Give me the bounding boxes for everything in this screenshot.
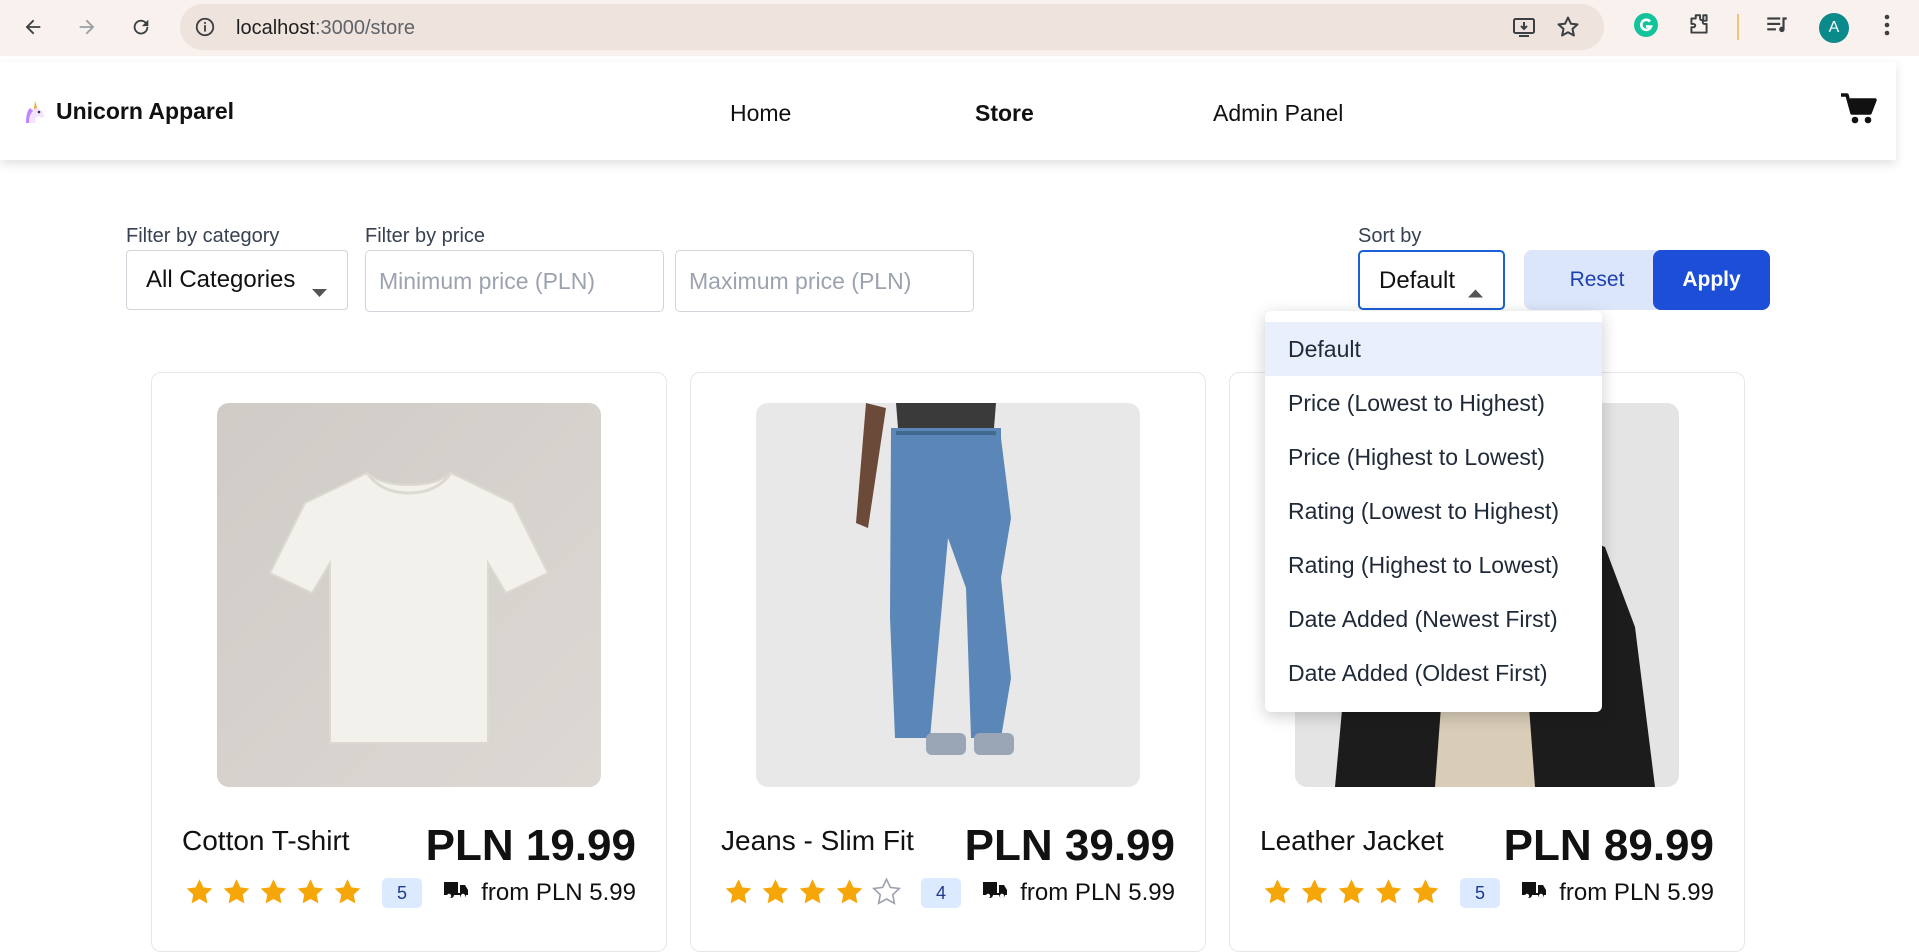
truck-icon xyxy=(443,879,469,907)
rating-badge: 4 xyxy=(921,878,961,908)
chevron-up-icon xyxy=(1468,277,1483,305)
shipping-info: from PLN 5.99 xyxy=(1521,879,1714,907)
apply-button[interactable]: Apply xyxy=(1653,250,1770,310)
shipping-text: from PLN 5.99 xyxy=(481,879,636,906)
nav-home[interactable]: Home xyxy=(730,100,791,127)
price-filter-label: Filter by price xyxy=(365,225,486,247)
brand-name: Unicorn Apparel xyxy=(56,98,235,124)
install-app-icon[interactable] xyxy=(1512,16,1538,45)
category-select-value: All Categories xyxy=(146,266,296,293)
product-name[interactable]: Cotton T-shirt xyxy=(182,825,350,857)
product-price: PLN 19.99 xyxy=(425,821,636,870)
rating-stars xyxy=(184,877,363,912)
product-image-tshirt[interactable] xyxy=(217,403,601,787)
star-filled-icon xyxy=(760,877,791,912)
truck-icon xyxy=(1521,879,1547,907)
media-control-icon[interactable] xyxy=(1764,12,1790,43)
star-filled-icon xyxy=(1410,877,1441,912)
product-price: PLN 89.99 xyxy=(1503,821,1714,870)
product-price: PLN 39.99 xyxy=(964,821,1175,870)
star-filled-icon xyxy=(797,877,828,912)
star-filled-icon xyxy=(221,877,252,912)
rating-stars xyxy=(723,877,902,912)
min-price-input[interactable] xyxy=(365,250,664,312)
site-info-icon[interactable] xyxy=(194,16,216,43)
sort-option-rating-desc[interactable]: Rating (Highest to Lowest) xyxy=(1265,538,1602,592)
forward-icon[interactable] xyxy=(70,10,104,44)
star-empty-icon xyxy=(871,877,902,912)
product-name[interactable]: Leather Jacket xyxy=(1260,825,1444,857)
url-text: localhost:3000/store xyxy=(236,17,416,39)
browser-toolbar: localhost:3000/store A xyxy=(0,0,1919,56)
sort-option-date-newest[interactable]: Date Added (Newest First) xyxy=(1265,592,1602,646)
grammarly-icon[interactable] xyxy=(1633,12,1659,43)
star-filled-icon xyxy=(184,877,215,912)
product-card[interactable]: Jeans - Slim Fit PLN 39.99 4 from PLN 5.… xyxy=(690,372,1206,952)
shipping-text: from PLN 5.99 xyxy=(1020,879,1175,906)
shipping-info: from PLN 5.99 xyxy=(982,879,1175,907)
star-filled-icon xyxy=(258,877,289,912)
sort-dropdown-menu: Default Price (Lowest to Highest) Price … xyxy=(1265,311,1602,712)
sort-select[interactable]: Default xyxy=(1358,250,1505,310)
profile-avatar[interactable]: A xyxy=(1819,13,1849,43)
sort-option-price-desc[interactable]: Price (Highest to Lowest) xyxy=(1265,430,1602,484)
star-filled-icon xyxy=(834,877,865,912)
unicorn-logo-icon xyxy=(22,99,48,125)
bookmark-star-icon[interactable] xyxy=(1556,15,1580,44)
brand-link[interactable]: Unicorn Apparel xyxy=(22,98,234,125)
cart-icon[interactable] xyxy=(1840,92,1878,131)
sort-option-rating-asc[interactable]: Rating (Lowest to Highest) xyxy=(1265,484,1602,538)
category-select[interactable]: All Categories xyxy=(126,250,348,310)
rating-badge: 5 xyxy=(382,878,422,908)
truck-icon xyxy=(982,879,1008,907)
sort-select-value: Default xyxy=(1379,267,1456,294)
toolbar-divider xyxy=(1737,14,1739,40)
shipping-info: from PLN 5.99 xyxy=(443,879,636,907)
sort-option-default[interactable]: Default xyxy=(1265,322,1602,376)
extensions-icon[interactable] xyxy=(1686,12,1712,43)
chevron-down-icon xyxy=(312,277,327,305)
star-filled-icon xyxy=(295,877,326,912)
rating-stars xyxy=(1262,877,1441,912)
star-filled-icon xyxy=(1262,877,1293,912)
nav-admin-panel[interactable]: Admin Panel xyxy=(1213,100,1343,127)
nav-store[interactable]: Store xyxy=(975,100,1034,127)
rating-badge: 5 xyxy=(1460,878,1500,908)
product-name[interactable]: Jeans - Slim Fit xyxy=(721,825,914,857)
address-bar[interactable]: localhost:3000/store xyxy=(180,4,1604,50)
star-filled-icon xyxy=(1299,877,1330,912)
product-card[interactable]: Cotton T-shirt PLN 19.99 5 from PLN 5.99 xyxy=(151,372,667,952)
browser-menu-icon[interactable] xyxy=(1876,12,1898,43)
back-icon[interactable] xyxy=(16,10,50,44)
star-filled-icon xyxy=(1336,877,1367,912)
sort-option-date-oldest[interactable]: Date Added (Oldest First) xyxy=(1265,646,1602,700)
star-filled-icon xyxy=(1373,877,1404,912)
shipping-text: from PLN 5.99 xyxy=(1559,879,1714,906)
category-filter-label: Filter by category xyxy=(126,225,280,247)
site-header: Unicorn Apparel Home Store Admin Panel xyxy=(0,62,1896,160)
star-filled-icon xyxy=(332,877,363,912)
max-price-input[interactable] xyxy=(675,250,974,312)
reload-icon[interactable] xyxy=(124,10,158,44)
sort-option-price-asc[interactable]: Price (Lowest to Highest) xyxy=(1265,376,1602,430)
sort-label: Sort by xyxy=(1358,225,1422,247)
product-image-jeans[interactable] xyxy=(756,403,1140,787)
star-filled-icon xyxy=(723,877,754,912)
reset-button[interactable]: Reset xyxy=(1524,250,1670,310)
